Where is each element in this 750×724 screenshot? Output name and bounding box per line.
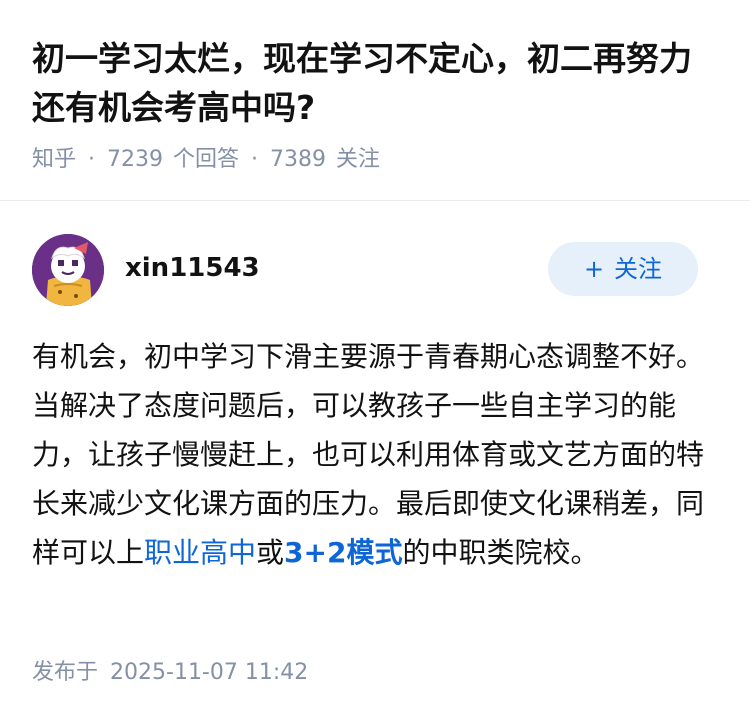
source-label[interactable]: 知乎 xyxy=(32,147,76,172)
three-plus-two-mode-link[interactable]: 3+2模式 xyxy=(284,536,402,569)
vocational-high-school-link[interactable]: 职业高中 xyxy=(144,536,256,569)
author-row: xin11543 + 关注 xyxy=(32,234,718,306)
follower-count: 7389 xyxy=(270,147,327,172)
publish-info: 发布于 2025-11-07 11:42 xyxy=(32,656,308,690)
answer-text-connector: 或 xyxy=(256,536,285,569)
question-title[interactable]: 初一学习太烂，现在学习不定心，初二再努力还有机会考高中吗? xyxy=(32,34,722,132)
follower-count-label: 关注 xyxy=(336,147,381,172)
answer-content: 有机会，初中学习下滑主要源于青春期心态调整不好。当解决了态度问题后，可以教孩子一… xyxy=(32,332,722,577)
follow-button[interactable]: + 关注 xyxy=(548,242,698,296)
answer-text-ending: 的中职类院校。 xyxy=(402,536,599,569)
plus-icon: + xyxy=(583,255,605,283)
publish-datetime: 2025-11-07 11:42 xyxy=(110,660,309,685)
header-divider xyxy=(0,200,750,201)
meta-separator: · xyxy=(251,147,259,172)
meta-separator: · xyxy=(88,147,96,172)
answer-count-label: 个回答 xyxy=(173,147,240,172)
answer-count: 7239 xyxy=(107,147,164,172)
follow-button-label: 关注 xyxy=(614,255,663,283)
answer-text: 有机会，初中学习下滑主要源于青春期心态调整不好。当解决了态度问题后，可以教孩子一… xyxy=(32,340,705,569)
question-header: 初一学习太烂，现在学习不定心，初二再努力还有机会考高中吗? 知乎 · 7239 个回答… xyxy=(0,0,750,200)
avatar-icon xyxy=(32,234,104,306)
question-meta: 知乎 · 7239 个回答 · 7389 关注 xyxy=(32,144,380,176)
publish-label: 发布于 xyxy=(32,660,99,685)
author-name[interactable]: xin11543 xyxy=(125,250,260,286)
avatar[interactable] xyxy=(32,234,104,306)
